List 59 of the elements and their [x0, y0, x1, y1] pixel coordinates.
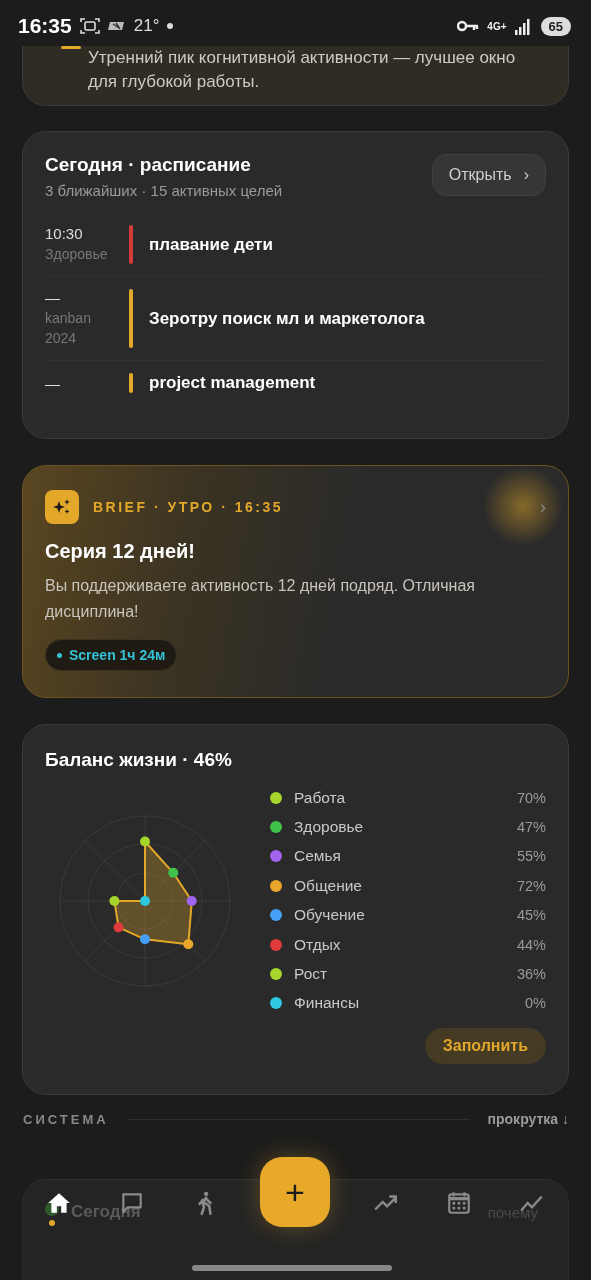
legend-label: Отдых — [294, 935, 341, 954]
key-icon — [457, 20, 480, 32]
legend-label: Общение — [294, 876, 362, 895]
radar-point — [186, 895, 197, 906]
legend-value: 36% — [516, 966, 546, 983]
radar-point — [113, 922, 124, 932]
signal-icon — [514, 17, 533, 35]
legend-label: Работа — [294, 788, 346, 807]
status-time: 16:35 — [18, 14, 72, 38]
scroll-hint: прокрутка ↓ — [487, 1111, 569, 1127]
radar-point — [140, 933, 150, 944]
screenshot-icon — [79, 17, 100, 35]
legend-value: 55% — [516, 848, 546, 865]
section-title: СИСТЕМА — [23, 1111, 109, 1127]
legend-label: Обучение — [294, 906, 365, 925]
card-subtitle: 3 ближайших · 15 активных целей — [45, 182, 283, 199]
status-dot — [49, 1220, 55, 1226]
radar-point — [168, 867, 179, 878]
open-button[interactable]: Открыть › — [431, 154, 546, 196]
legend-label: Финансы — [294, 994, 360, 1013]
event-time: — — [45, 374, 61, 392]
event-title[interactable]: project management — [149, 373, 316, 393]
brief-title: Серия 12 дней! — [45, 540, 196, 563]
fill-button[interactable]: Заполнить — [424, 1028, 546, 1065]
legend-value: 44% — [516, 936, 546, 953]
radar-point — [140, 895, 150, 906]
radar-point — [140, 836, 150, 847]
legend-label: Здоровье — [294, 818, 364, 837]
network-type: 4G+ — [487, 20, 507, 32]
sparkle-icon — [45, 490, 79, 524]
legend-value: 70% — [516, 789, 546, 806]
radar-point — [183, 938, 194, 949]
event-time: — — [45, 289, 61, 306]
event-tag: kanban 2024 — [45, 308, 105, 348]
battery-level: 65 — [540, 16, 571, 36]
event-title[interactable]: Зеротру поиск мл и маркетолога — [149, 308, 425, 329]
event-time: 10:30 — [45, 225, 84, 242]
legend-value: 45% — [516, 907, 546, 924]
notification-dot — [167, 23, 174, 29]
card-title: Баланс жизни · 46% — [45, 749, 233, 771]
insight-text: Утренний пик когнитивной активности — лучшее окно для глубокой работы. — [88, 47, 517, 93]
legend-label: Семья — [294, 847, 341, 866]
screen-time-chip: Screen 1ч 24м — [45, 639, 178, 671]
weather-icon — [107, 19, 126, 33]
brief-text: Вы поддерживаете активность 12 дней подряд. Отличная дисциплина! — [45, 576, 476, 622]
chevron: › — [540, 496, 546, 518]
temperature: 21° — [133, 16, 160, 36]
legend-value: 47% — [516, 819, 546, 836]
brief-card[interactable]: BRIEF · УТРО · 16:35 › Серия 12 дней! Вы поддерживаете активность 12 дней подряд. Отличная дисциплина! Screen 1ч 24м — [22, 465, 569, 698]
legend-label: Рост — [294, 965, 328, 984]
card-title: Сегодня · расписание — [45, 154, 252, 176]
event-title[interactable]: плавание дети — [149, 234, 273, 255]
add-button[interactable]: + — [260, 1157, 330, 1227]
legend-value: 0% — [525, 995, 546, 1012]
legend-value: 72% — [516, 877, 546, 894]
event-tag: Здоровье — [45, 244, 105, 264]
brief-label: BRIEF · УТРО · 16:35 — [93, 499, 283, 515]
radar-point — [109, 895, 120, 906]
accent-dash-icon — [61, 46, 81, 49]
